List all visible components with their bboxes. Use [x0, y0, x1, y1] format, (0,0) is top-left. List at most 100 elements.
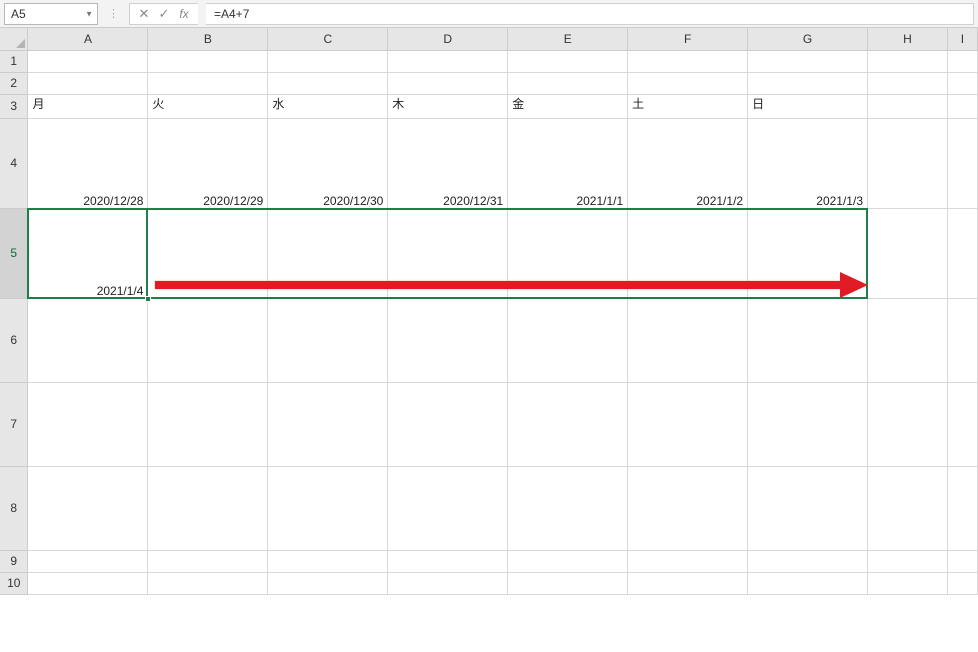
- cell-I4[interactable]: [947, 118, 977, 208]
- cell-C3[interactable]: 水: [268, 94, 388, 118]
- row-header-8[interactable]: 8: [0, 466, 28, 550]
- cell-C4[interactable]: 2020/12/30: [268, 118, 388, 208]
- cell-F6[interactable]: [628, 298, 748, 382]
- cell-F1[interactable]: [628, 50, 748, 72]
- cell-C1[interactable]: [268, 50, 388, 72]
- spreadsheet[interactable]: A B C D E F G H I 1 2 3 月 火 水 木 金 土 日 4 …: [0, 28, 978, 652]
- cell-H7[interactable]: [868, 382, 948, 466]
- cancel-icon[interactable]: ✕: [134, 3, 154, 25]
- row-header-4[interactable]: 4: [0, 118, 28, 208]
- cell-D10[interactable]: [388, 572, 508, 594]
- cell-A9[interactable]: [28, 550, 148, 572]
- cell-B7[interactable]: [148, 382, 268, 466]
- cell-G3[interactable]: 日: [748, 94, 868, 118]
- cell-E10[interactable]: [508, 572, 628, 594]
- cell-I3[interactable]: [947, 94, 977, 118]
- cell-F3[interactable]: 土: [628, 94, 748, 118]
- select-all-corner[interactable]: [0, 28, 28, 50]
- cell-G1[interactable]: [748, 50, 868, 72]
- row-header-6[interactable]: 6: [0, 298, 28, 382]
- cell-A10[interactable]: [28, 572, 148, 594]
- cell-F9[interactable]: [628, 550, 748, 572]
- cell-A8[interactable]: [28, 466, 148, 550]
- cell-I7[interactable]: [947, 382, 977, 466]
- cell-H3[interactable]: [868, 94, 948, 118]
- row-header-2[interactable]: 2: [0, 72, 28, 94]
- cell-H2[interactable]: [868, 72, 948, 94]
- cell-E4[interactable]: 2021/1/1: [508, 118, 628, 208]
- cell-H1[interactable]: [868, 50, 948, 72]
- cell-G6[interactable]: [748, 298, 868, 382]
- cell-H6[interactable]: [868, 298, 948, 382]
- cell-H4[interactable]: [868, 118, 948, 208]
- cell-D7[interactable]: [388, 382, 508, 466]
- cell-B10[interactable]: [148, 572, 268, 594]
- cell-B9[interactable]: [148, 550, 268, 572]
- cell-A5[interactable]: 2021/1/4: [28, 208, 148, 298]
- cell-I1[interactable]: [947, 50, 977, 72]
- cell-I2[interactable]: [947, 72, 977, 94]
- cell-D4[interactable]: 2020/12/31: [388, 118, 508, 208]
- col-header-D[interactable]: D: [388, 28, 508, 50]
- cell-E7[interactable]: [508, 382, 628, 466]
- cell-C7[interactable]: [268, 382, 388, 466]
- row-header-1[interactable]: 1: [0, 50, 28, 72]
- cell-I6[interactable]: [947, 298, 977, 382]
- cell-F8[interactable]: [628, 466, 748, 550]
- col-header-H[interactable]: H: [868, 28, 948, 50]
- cell-D9[interactable]: [388, 550, 508, 572]
- cell-A4[interactable]: 2020/12/28: [28, 118, 148, 208]
- cell-C9[interactable]: [268, 550, 388, 572]
- cell-E1[interactable]: [508, 50, 628, 72]
- cell-E6[interactable]: [508, 298, 628, 382]
- cell-F7[interactable]: [628, 382, 748, 466]
- cell-G4[interactable]: 2021/1/3: [748, 118, 868, 208]
- cell-B3[interactable]: 火: [148, 94, 268, 118]
- formula-input[interactable]: =A4+7: [206, 3, 974, 25]
- cell-A7[interactable]: [28, 382, 148, 466]
- col-header-B[interactable]: B: [148, 28, 268, 50]
- cell-E8[interactable]: [508, 466, 628, 550]
- cell-A1[interactable]: [28, 50, 148, 72]
- cell-H10[interactable]: [868, 572, 948, 594]
- cell-A3[interactable]: 月: [28, 94, 148, 118]
- cell-E3[interactable]: 金: [508, 94, 628, 118]
- cell-I5[interactable]: [947, 208, 977, 298]
- cell-F4[interactable]: 2021/1/2: [628, 118, 748, 208]
- col-header-A[interactable]: A: [28, 28, 148, 50]
- col-header-E[interactable]: E: [508, 28, 628, 50]
- row-header-7[interactable]: 7: [0, 382, 28, 466]
- cell-A6[interactable]: [28, 298, 148, 382]
- cell-I9[interactable]: [947, 550, 977, 572]
- cell-B8[interactable]: [148, 466, 268, 550]
- col-header-I[interactable]: I: [947, 28, 977, 50]
- cell-D1[interactable]: [388, 50, 508, 72]
- cell-G7[interactable]: [748, 382, 868, 466]
- name-box[interactable]: A5 ▼: [4, 3, 98, 25]
- cell-C6[interactable]: [268, 298, 388, 382]
- cell-D3[interactable]: 木: [388, 94, 508, 118]
- chevron-down-icon[interactable]: ▼: [85, 9, 93, 18]
- cell-I10[interactable]: [947, 572, 977, 594]
- cell-C8[interactable]: [268, 466, 388, 550]
- cell-B2[interactable]: [148, 72, 268, 94]
- cell-A2[interactable]: [28, 72, 148, 94]
- cell-E2[interactable]: [508, 72, 628, 94]
- col-header-C[interactable]: C: [268, 28, 388, 50]
- cell-F2[interactable]: [628, 72, 748, 94]
- row-header-3[interactable]: 3: [0, 94, 28, 118]
- confirm-icon[interactable]: ✓: [154, 3, 174, 25]
- cell-G10[interactable]: [748, 572, 868, 594]
- cell-C2[interactable]: [268, 72, 388, 94]
- cell-H9[interactable]: [868, 550, 948, 572]
- col-header-F[interactable]: F: [628, 28, 748, 50]
- cell-B6[interactable]: [148, 298, 268, 382]
- cell-E9[interactable]: [508, 550, 628, 572]
- fx-icon[interactable]: fx: [174, 3, 194, 25]
- cell-D8[interactable]: [388, 466, 508, 550]
- cell-F10[interactable]: [628, 572, 748, 594]
- cell-G9[interactable]: [748, 550, 868, 572]
- col-header-G[interactable]: G: [748, 28, 868, 50]
- cell-B4[interactable]: 2020/12/29: [148, 118, 268, 208]
- row-header-5[interactable]: 5: [0, 208, 28, 298]
